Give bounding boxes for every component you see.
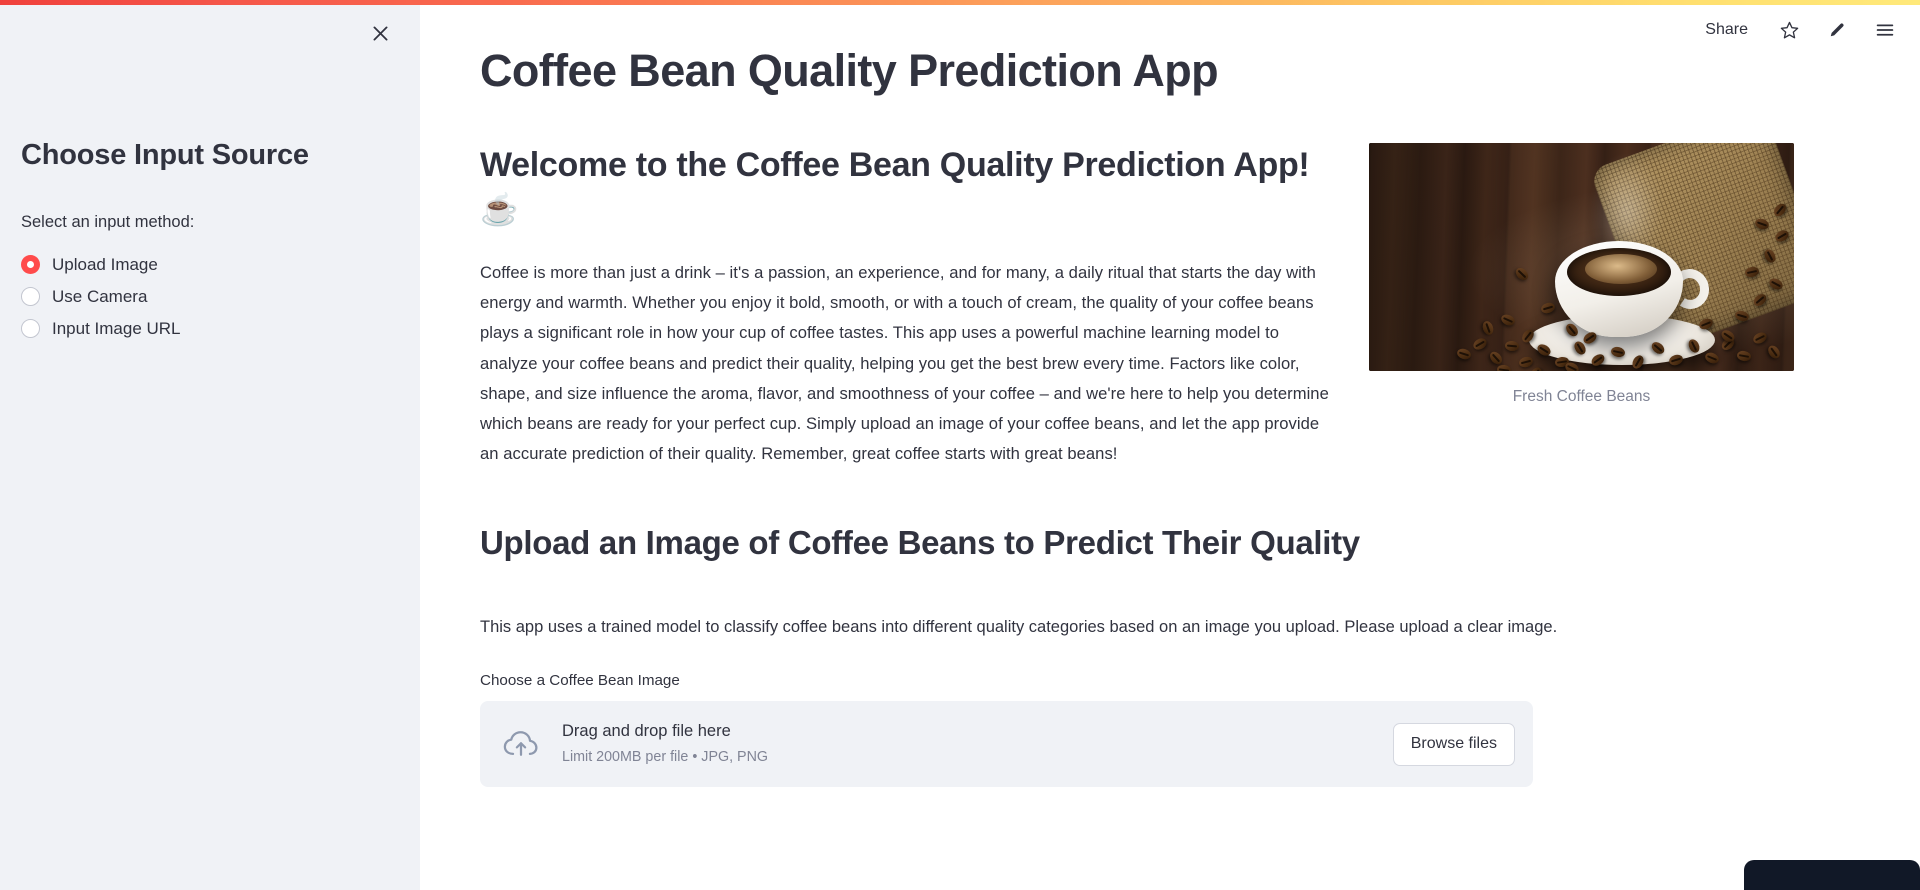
radio-indicator [21, 319, 40, 339]
edit-button[interactable] [1824, 17, 1850, 43]
file-uploader-label: Choose a Coffee Bean Image [480, 671, 680, 689]
welcome-heading: Welcome to the Coffee Bean Quality Predi… [480, 143, 1335, 232]
radio-option-label: Input Image URL [52, 318, 181, 338]
two-column-layout: Welcome to the Coffee Bean Quality Predi… [480, 142, 1860, 469]
drag-and-drop-text: Drag and drop file here [562, 722, 731, 741]
main-content-area: Share Coffee Bean Quality Prediction App… [420, 0, 1920, 890]
radio-option-input-image-url[interactable]: Input Image URL [21, 313, 401, 345]
favorite-star-button[interactable] [1776, 17, 1802, 43]
sidebar: Choose Input Source Select an input meth… [0, 0, 420, 890]
coffee-figure: Fresh Coffee Beans [1369, 142, 1794, 408]
radio-option-upload-image[interactable]: Upload Image [21, 249, 401, 281]
sidebar-content: Choose Input Source Select an input meth… [21, 138, 401, 345]
radio-option-label: Use Camera [52, 286, 148, 306]
file-uploader-dropzone[interactable]: Drag and drop file here Limit 200MB per … [480, 701, 1533, 788]
radio-indicator [21, 287, 40, 307]
manage-app-button[interactable] [1744, 860, 1920, 890]
section-description: This app uses a trained model to classif… [480, 618, 1558, 637]
section-heading: Upload an Image of Coffee Beans to Predi… [480, 524, 1360, 562]
figure-column: Fresh Coffee Beans [1369, 142, 1794, 408]
pencil-icon [1827, 20, 1847, 40]
close-icon [371, 24, 390, 43]
radio-option-use-camera[interactable]: Use Camera [21, 281, 401, 313]
app-toolbar: Share [1699, 10, 1898, 50]
intro-column: Welcome to the Coffee Bean Quality Predi… [480, 143, 1335, 469]
figure-caption: Fresh Coffee Beans [1512, 387, 1651, 405]
coffee-cup-with-beans-photo [1369, 142, 1794, 371]
star-icon [1779, 20, 1800, 41]
intro-paragraph: Coffee is more than just a drink – it's … [480, 262, 1329, 464]
page-body: Coffee Bean Quality Prediction App Welco… [420, 0, 1920, 788]
top-gradient-bar [0, 0, 1920, 5]
input-method-radio-group[interactable]: Upload Image Use Camera Input Image URL [21, 249, 401, 345]
cloud-upload-icon [502, 729, 540, 759]
streamlit-app-window: Choose Input Source Select an input meth… [0, 0, 1920, 890]
browse-files-button[interactable]: Browse files [1392, 723, 1515, 766]
input-method-label: Select an input method: [21, 212, 195, 231]
sidebar-close-button[interactable] [362, 15, 398, 51]
hot-beverage-emoji-icon: ☕ [480, 192, 519, 228]
sidebar-title: Choose Input Source [21, 139, 309, 171]
main-menu-button[interactable] [1872, 17, 1898, 43]
share-button[interactable]: Share [1699, 18, 1754, 42]
radio-option-label: Upload Image [52, 254, 158, 274]
radio-indicator [21, 255, 40, 275]
file-limit-text: Limit 200MB per file • JPG, PNG [562, 749, 769, 766]
welcome-heading-text: Welcome to the Coffee Bean Quality Predi… [480, 145, 1310, 184]
page-title: Coffee Bean Quality Prediction App [480, 45, 1219, 96]
file-uploader-texts: Drag and drop file here Limit 200MB per … [562, 720, 1371, 768]
hamburger-menu-icon [1874, 19, 1896, 41]
